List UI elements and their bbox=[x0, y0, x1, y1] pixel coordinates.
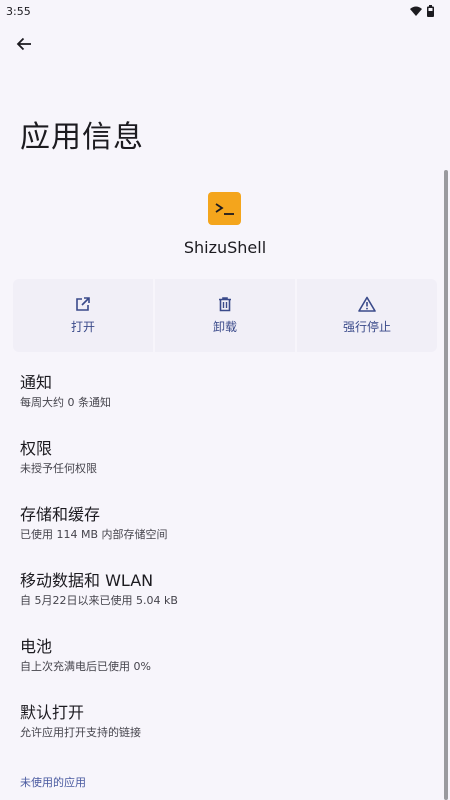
force-stop-label: 强行停止 bbox=[342, 320, 391, 334]
unused-apps-link[interactable]: 未使用的应用 bbox=[20, 774, 86, 790]
wifi-icon bbox=[410, 6, 422, 16]
page-title: 应用信息 bbox=[20, 120, 144, 155]
app-name: ShizuShell bbox=[183, 238, 267, 257]
setting-title: 移动数据和 WLAN bbox=[20, 571, 154, 590]
app-actions: 打开 卸载 强行停止 bbox=[13, 279, 437, 352]
back-button[interactable] bbox=[10, 30, 38, 58]
setting-title: 通知 bbox=[20, 373, 53, 392]
scrollbar[interactable] bbox=[444, 170, 448, 800]
setting-open-by-default[interactable]: 默认打开 允许应用打开支持的链接 bbox=[0, 695, 450, 761]
setting-permissions[interactable]: 权限 未授予任何权限 bbox=[0, 431, 450, 497]
setting-title: 电池 bbox=[20, 637, 53, 656]
setting-summary: 每周大约 0 条通知 bbox=[20, 396, 111, 409]
app-icon bbox=[208, 192, 241, 225]
setting-notifications[interactable]: 通知 每周大约 0 条通知 bbox=[0, 365, 450, 431]
setting-summary: 自 5月22日以来已使用 5.04 kB bbox=[20, 594, 178, 607]
setting-summary: 未授予任何权限 bbox=[20, 462, 97, 475]
setting-battery[interactable]: 电池 自上次充满电后已使用 0% bbox=[0, 629, 450, 695]
status-icons bbox=[410, 5, 434, 17]
force-stop-button[interactable]: 强行停止 bbox=[297, 279, 437, 352]
setting-mobile-data[interactable]: 移动数据和 WLAN 自 5月22日以来已使用 5.04 kB bbox=[0, 563, 450, 629]
setting-title: 默认打开 bbox=[20, 703, 85, 722]
status-time: 3:55 bbox=[6, 4, 31, 18]
setting-summary: 已使用 114 MB 内部存储空间 bbox=[20, 528, 168, 541]
battery-icon bbox=[427, 5, 434, 17]
setting-title: 存储和缓存 bbox=[20, 505, 101, 524]
setting-summary: 自上次充满电后已使用 0% bbox=[20, 660, 151, 673]
back-arrow-icon bbox=[16, 37, 31, 51]
open-button[interactable]: 打开 bbox=[13, 279, 153, 352]
open-external-icon bbox=[76, 297, 90, 311]
trash-icon bbox=[219, 297, 231, 312]
setting-title: 权限 bbox=[20, 439, 53, 458]
status-bar: 3:55 bbox=[0, 0, 450, 22]
settings-list: 通知 每周大约 0 条通知 权限 未授予任何权限 存储和缓存 已使用 114 M… bbox=[0, 365, 450, 761]
terminal-icon bbox=[215, 202, 234, 215]
uninstall-button[interactable]: 卸载 bbox=[155, 279, 295, 352]
setting-storage[interactable]: 存储和缓存 已使用 114 MB 内部存储空间 bbox=[0, 497, 450, 563]
setting-summary: 允许应用打开支持的链接 bbox=[20, 726, 141, 739]
warning-icon bbox=[358, 296, 376, 312]
open-label: 打开 bbox=[70, 320, 95, 334]
uninstall-label: 卸载 bbox=[212, 320, 237, 334]
